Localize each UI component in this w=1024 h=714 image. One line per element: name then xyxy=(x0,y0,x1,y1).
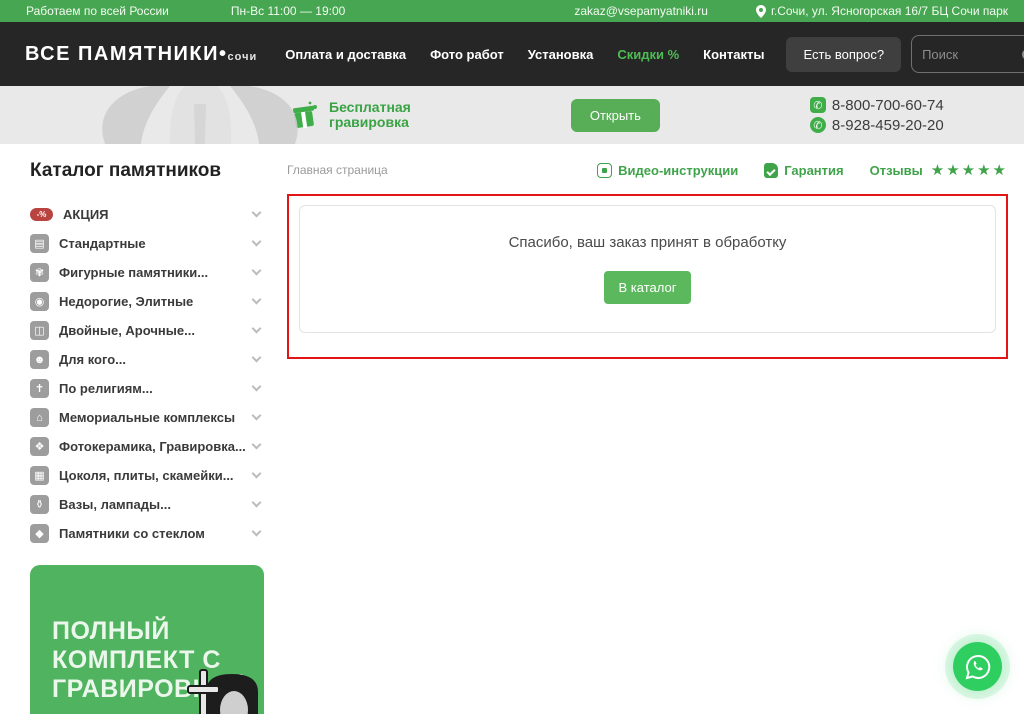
play-icon xyxy=(597,163,612,178)
reviews-link[interactable]: Отзывы ★★★★★ xyxy=(870,161,1008,179)
monument-illustration xyxy=(176,662,258,714)
warranty-shield-icon xyxy=(764,163,778,178)
whatsapp-small-icon: ✆ xyxy=(810,117,826,133)
sidebar-item-akciya[interactable]: -% АКЦИЯ xyxy=(30,200,264,229)
vases-lamps-icon: ⚱ xyxy=(30,495,49,514)
sidebar-item-dvoynye[interactable]: ◫ Двойные, Арочные... xyxy=(30,316,264,345)
catalog-sidebar: Каталог памятников -% АКЦИЯ ▤ Стандартны… xyxy=(30,158,264,714)
whatsapp-icon xyxy=(965,654,991,680)
glass-monuments-icon: ◆ xyxy=(30,524,49,543)
chevron-down-icon[interactable] xyxy=(252,237,262,247)
nav-discounts[interactable]: Скидки % xyxy=(617,47,679,62)
order-confirmation-card: Спасибо, ваш заказ принят в обработку В … xyxy=(299,205,996,333)
work-area-text: Работаем по всей России xyxy=(26,4,169,18)
angel-statue-image xyxy=(95,86,305,144)
chevron-down-icon[interactable] xyxy=(252,353,262,363)
sidebar-item-standartnye[interactable]: ▤ Стандартные xyxy=(30,229,264,258)
chevron-down-icon[interactable] xyxy=(252,440,262,450)
whatsapp-float-button[interactable] xyxy=(953,642,1002,691)
chevron-down-icon[interactable] xyxy=(252,469,262,479)
nav-payment-delivery[interactable]: Оплата и доставка xyxy=(285,47,406,62)
chevron-down-icon[interactable] xyxy=(252,266,262,276)
phone-number-main[interactable]: 8-800-700-60-74 xyxy=(832,97,944,114)
sale-badge-icon: -% xyxy=(30,208,53,221)
order-confirmation-highlight: Спасибо, ваш заказ принят в обработку В … xyxy=(287,194,1008,359)
location-pin-icon xyxy=(756,5,766,18)
sidebar-item-figurnye[interactable]: ✾ Фигурные памятники... xyxy=(30,258,264,287)
rating-stars-icon: ★★★★★ xyxy=(931,161,1008,179)
nav-contacts[interactable]: Контакты xyxy=(703,47,764,62)
chevron-down-icon[interactable] xyxy=(252,295,262,305)
standard-monuments-icon: ▤ xyxy=(30,234,49,253)
nav-installation[interactable]: Установка xyxy=(528,47,594,62)
top-info-bar: Работаем по всей России Пн-Вс 11:00 — 19… xyxy=(0,0,1024,22)
ask-question-button[interactable]: Есть вопрос? xyxy=(786,37,901,72)
free-engraving-line2: гравировка xyxy=(329,115,411,130)
main-header: ВСЕ ПАМЯТНИКИ•сочи Оплата и доставка Фот… xyxy=(0,22,1024,86)
promo-strip: Бесплатная гравировка Открыть ✆ 8-800-70… xyxy=(0,86,1024,144)
site-logo[interactable]: ВСЕ ПАМЯТНИКИ•сочи xyxy=(25,43,257,66)
sidebar-item-dlya-kogo[interactable]: ☻ Для кого... xyxy=(30,345,264,374)
warranty-link[interactable]: Гарантия xyxy=(764,163,843,178)
email-link[interactable]: zakaz@vsepamyatniki.ru xyxy=(574,4,708,18)
open-button[interactable]: Открыть xyxy=(571,99,660,132)
working-hours-text: Пн-Вс 11:00 — 19:00 xyxy=(231,4,345,18)
memorial-complex-icon: ⌂ xyxy=(30,408,49,427)
category-list: -% АКЦИЯ ▤ Стандартные ✾ Фигурные памятн… xyxy=(30,200,264,548)
search-input[interactable] xyxy=(922,47,1022,62)
chevron-down-icon[interactable] xyxy=(252,382,262,392)
sidebar-item-cokolya[interactable]: ▦ Цоколя, плиты, скамейки... xyxy=(30,461,264,490)
double-arched-icon: ◫ xyxy=(30,321,49,340)
main-nav: Оплата и доставка Фото работ Установка С… xyxy=(285,47,764,62)
plinths-slabs-icon: ▦ xyxy=(30,466,49,485)
chevron-down-icon[interactable] xyxy=(252,411,262,421)
to-catalog-button[interactable]: В каталог xyxy=(604,271,692,304)
figured-monuments-icon: ✾ xyxy=(30,263,49,282)
engraving-promo-banner[interactable]: ПОЛНЫЙ КОМПЛЕКТ С ГРАВИРОВКОЙ →ФИО →ДАТА… xyxy=(30,565,264,714)
video-instructions-link[interactable]: Видео-инструкции xyxy=(597,163,738,178)
chevron-down-icon[interactable] xyxy=(252,498,262,508)
order-confirmation-message: Спасибо, ваш заказ принят в обработку xyxy=(509,234,787,251)
chevron-down-icon[interactable] xyxy=(252,208,262,218)
search-box[interactable] xyxy=(911,35,1024,73)
logo-city-text: сочи xyxy=(228,51,258,63)
nav-photo-works[interactable]: Фото работ xyxy=(430,47,504,62)
photoceramics-icon: ❖ xyxy=(30,437,49,456)
main-content: Главная страница Видео-инструкции Гарант… xyxy=(287,158,1008,714)
phone-icon: ✆ xyxy=(810,97,826,113)
sidebar-item-vazy[interactable]: ⚱ Вазы, лампады... xyxy=(30,490,264,519)
sidebar-item-so-steklom[interactable]: ◆ Памятники со стеклом xyxy=(30,519,264,548)
chevron-down-icon[interactable] xyxy=(252,527,262,537)
free-engraving-line1: Бесплатная xyxy=(329,100,411,115)
budget-elite-icon: ◉ xyxy=(30,292,49,311)
sidebar-item-fotokeramika[interactable]: ❖ Фотокерамика, Гравировка... xyxy=(30,432,264,461)
address-text: г.Сочи, ул. Ясногорская 16/7 БЦ Сочи пар… xyxy=(771,4,1008,18)
chevron-down-icon[interactable] xyxy=(252,324,262,334)
phone-number-whatsapp[interactable]: 8-928-459-20-20 xyxy=(832,117,944,134)
sidebar-item-religii[interactable]: ✝ По религиям... xyxy=(30,374,264,403)
promo-line1: ПОЛНЫЙ xyxy=(52,617,264,646)
breadcrumb[interactable]: Главная страница xyxy=(287,163,388,177)
logo-text: ВСЕ ПАМЯТНИКИ xyxy=(25,43,219,65)
catalog-title: Каталог памятников xyxy=(30,160,264,182)
religions-icon: ✝ xyxy=(30,379,49,398)
sidebar-item-memorialnye[interactable]: ⌂ Мемориальные комплексы xyxy=(30,403,264,432)
for-whom-icon: ☻ xyxy=(30,350,49,369)
sidebar-item-nedorogie[interactable]: ◉ Недорогие, Элитные xyxy=(30,287,264,316)
